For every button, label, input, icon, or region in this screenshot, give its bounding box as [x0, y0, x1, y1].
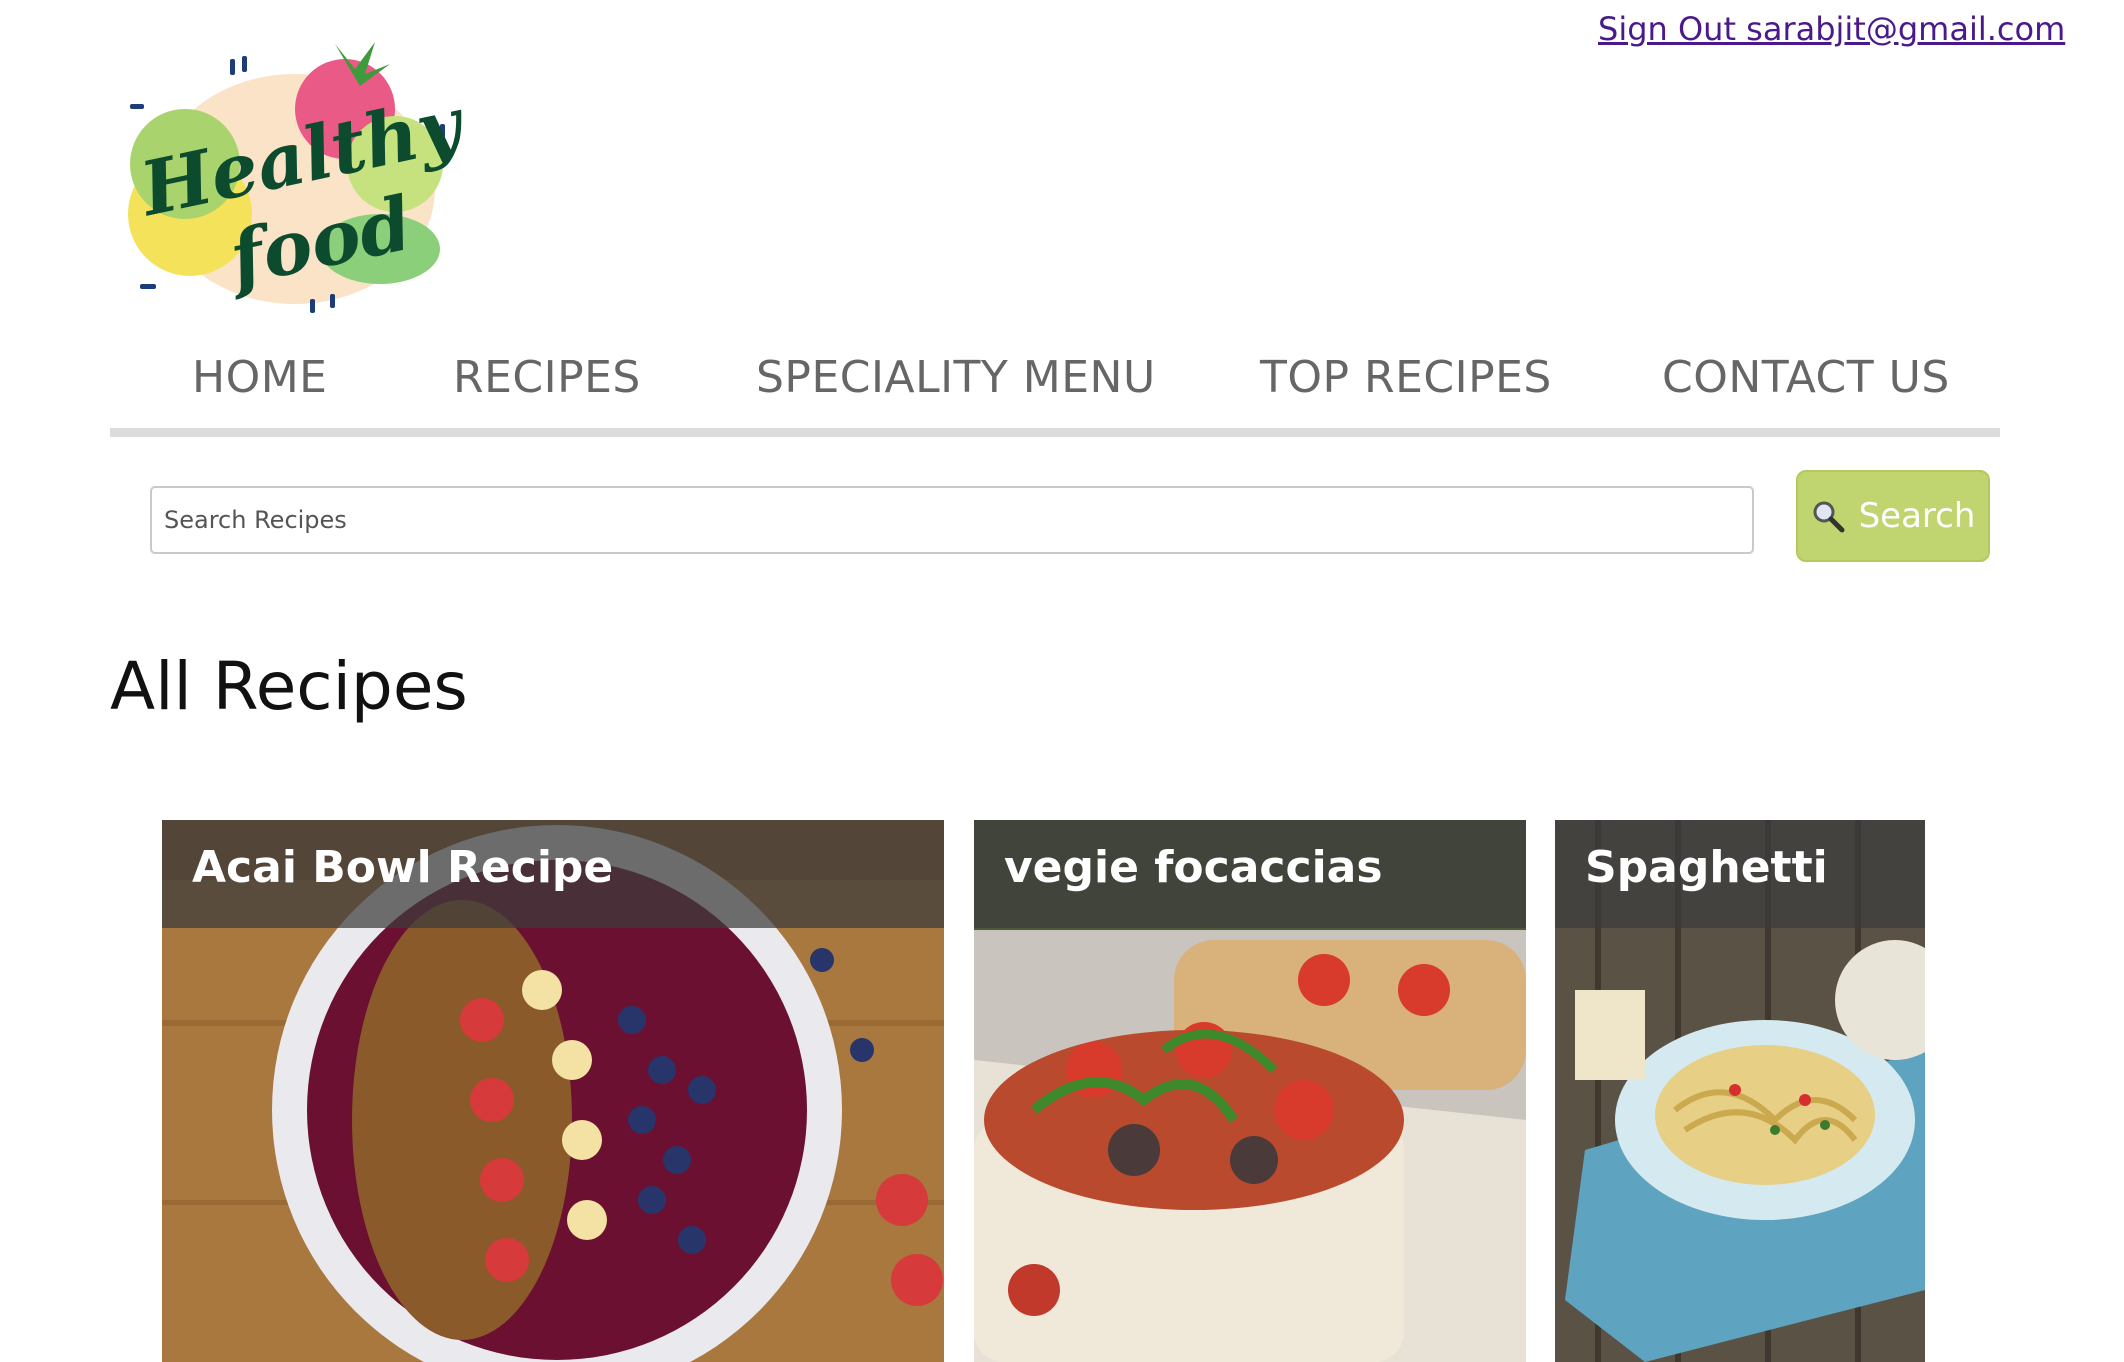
recipe-card-vegie-focaccias[interactable]: vegie focaccias: [974, 820, 1526, 1362]
page: Sign Out sarabjit@gmail.com Healthy food: [0, 0, 2124, 1362]
recipe-title: Spaghetti: [1585, 842, 1828, 893]
search-button[interactable]: Search: [1796, 470, 1990, 562]
nav-divider: [110, 428, 2000, 437]
nav-item-top-recipes[interactable]: TOP RECIPES: [1260, 352, 1552, 403]
recipe-title: Acai Bowl Recipe: [192, 842, 614, 893]
healthy-food-logo[interactable]: Healthy food: [110, 14, 474, 324]
main-nav: HOME RECIPES SPECIALITY MENU TOP RECIPES…: [110, 352, 2000, 422]
search-button-label: Search: [1858, 496, 1976, 536]
nav-item-recipes[interactable]: RECIPES: [453, 352, 641, 403]
nav-item-home[interactable]: HOME: [192, 352, 327, 403]
recipe-title: vegie focaccias: [1004, 842, 1383, 893]
nav-item-contact-us[interactable]: CONTACT US: [1662, 352, 1950, 403]
sign-out-link[interactable]: Sign Out sarabjit@gmail.com: [1598, 10, 2065, 48]
recipe-card-spaghetti[interactable]: Spaghetti: [1555, 820, 1925, 1362]
nav-item-speciality-menu[interactable]: SPECIALITY MENU: [756, 352, 1156, 403]
magnifier-icon: [1811, 499, 1845, 533]
page-title: All Recipes: [110, 648, 468, 725]
recipe-card-acai-bowl[interactable]: Acai Bowl Recipe: [162, 820, 944, 1362]
search-input[interactable]: [150, 486, 1754, 554]
